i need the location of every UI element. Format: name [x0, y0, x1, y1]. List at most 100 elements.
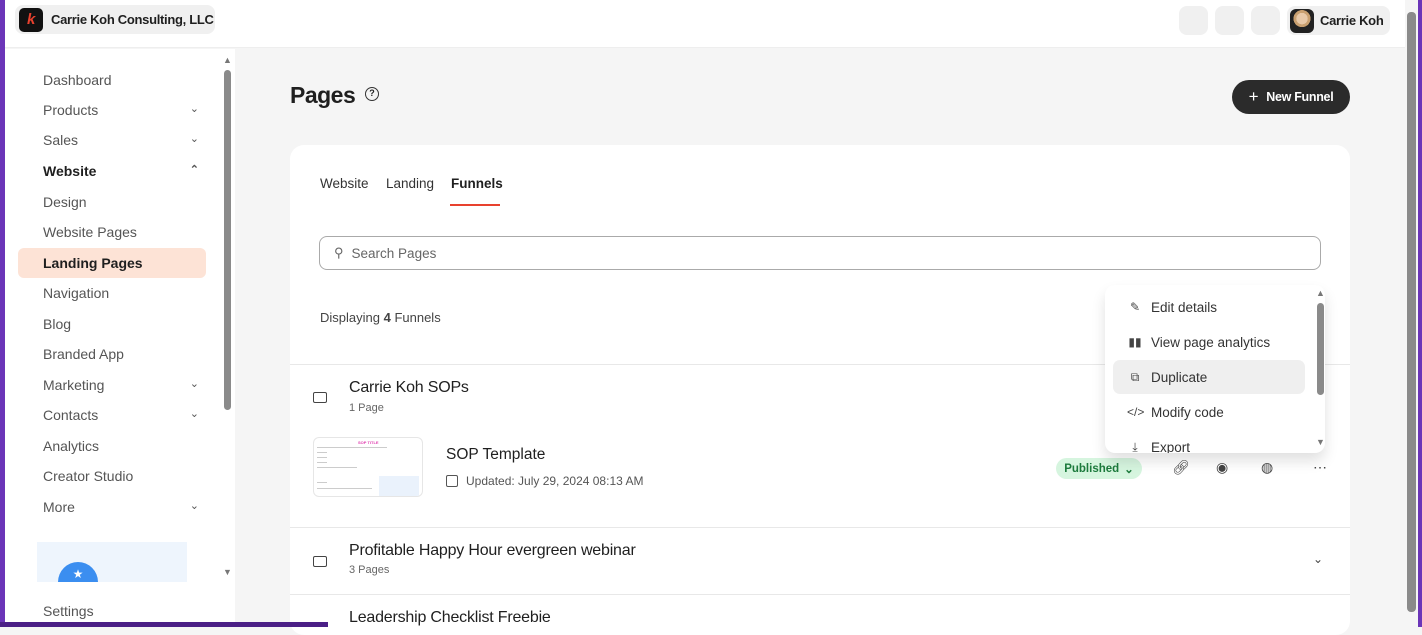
- scroll-up-arrow-icon[interactable]: ▲: [223, 55, 232, 65]
- sidebar-item-label: Website Pages: [43, 224, 137, 240]
- sidebar-item-label: Creator Studio: [43, 468, 134, 484]
- sidebar-item-blog[interactable]: Blog: [43, 316, 203, 332]
- sidebar-item-label: Analytics: [43, 438, 100, 454]
- menu-item-edit-details[interactable]: ✎ Edit details: [1113, 290, 1305, 324]
- topbar-button-1[interactable]: [1179, 6, 1208, 35]
- chevron-icon: ⌄: [189, 500, 199, 512]
- plus-icon: +: [1248, 87, 1259, 106]
- sidebar-item-landing-pages[interactable]: Landing Pages: [43, 255, 203, 271]
- user-name: Carrie Koh: [1320, 13, 1384, 28]
- sidebar-item-design[interactable]: Design: [43, 194, 203, 210]
- page-thumbnail[interactable]: SOP TITLE: [313, 437, 423, 497]
- calendar-icon: [446, 475, 458, 487]
- eye-icon[interactable]: ◉: [1216, 459, 1228, 476]
- menu-item-label: Edit details: [1151, 299, 1218, 315]
- folder-icon: [313, 556, 327, 567]
- sidebar-item-label: Design: [43, 194, 87, 210]
- sidebar-item-label: Products: [43, 102, 99, 118]
- new-funnel-button[interactable]: + New Funnel: [1232, 80, 1350, 114]
- sidebar-item-label: Blog: [43, 316, 72, 332]
- view-page-analytics-icon: ▮▮: [1128, 335, 1142, 349]
- menu-item-export[interactable]: ⤓ Export: [1113, 430, 1305, 454]
- window-scrollbar[interactable]: [1407, 12, 1416, 612]
- sidebar-item-label: Website: [43, 163, 97, 179]
- chevron-down-icon[interactable]: ⌄: [1313, 552, 1323, 566]
- tab-landing[interactable]: Landing: [386, 176, 434, 191]
- sidebar-item-branded-app[interactable]: Branded App: [43, 346, 203, 362]
- menu-item-duplicate[interactable]: ⧉ Duplicate: [1113, 360, 1305, 394]
- sidebar-item-label: Navigation: [43, 285, 110, 301]
- tab-funnels[interactable]: Funnels: [451, 176, 503, 191]
- search-input[interactable]: ⚲ Search Pages: [319, 236, 1321, 270]
- sidebar-item-contacts[interactable]: Contacts ⌄: [43, 407, 203, 423]
- sidebar-item-label: Landing Pages: [43, 255, 143, 271]
- search-icon: ⚲: [334, 245, 344, 260]
- sidebar-item-navigation[interactable]: Navigation: [43, 285, 203, 301]
- menu-item-label: View page analytics: [1151, 334, 1271, 350]
- page-title-link[interactable]: SOP Template: [446, 446, 545, 464]
- duplicate-icon: ⧉: [1130, 369, 1140, 384]
- active-tab-underline: [450, 204, 500, 206]
- link-icon[interactable]: 🔗︎: [1172, 459, 1190, 476]
- sidebar-item-marketing[interactable]: Marketing ⌄: [43, 377, 203, 393]
- sidebar-scrollbar[interactable]: [224, 70, 231, 410]
- menu-item-label: Duplicate: [1151, 369, 1208, 385]
- sidebar-item-more[interactable]: More ⌄: [43, 499, 203, 515]
- sidebar-item-creator-studio[interactable]: Creator Studio: [43, 468, 203, 484]
- funnel-title[interactable]: Leadership Checklist Freebie: [349, 609, 551, 627]
- menu-scrollbar[interactable]: [1317, 303, 1324, 395]
- palette-icon[interactable]: ◍: [1261, 459, 1273, 476]
- org-switcher[interactable]: k Carrie Koh Consulting, LLC: [15, 5, 215, 34]
- sidebar-item-website-pages[interactable]: Website Pages: [43, 224, 203, 240]
- sidebar-item-website[interactable]: Website ⌃: [43, 163, 203, 179]
- sidebar-item-label: Dashboard: [43, 72, 112, 88]
- tab-website[interactable]: Website: [320, 176, 369, 191]
- chevron-icon: ⌄: [189, 408, 199, 420]
- page-title: Pages: [290, 82, 356, 108]
- menu-item-modify-code[interactable]: </> Modify code: [1113, 395, 1305, 429]
- topbar-button-3[interactable]: [1251, 6, 1280, 35]
- modify-code-icon: </>: [1127, 405, 1145, 419]
- sidebar-item-label: Branded App: [43, 346, 124, 362]
- user-menu[interactable]: Carrie Koh: [1287, 6, 1390, 35]
- sidebar-item-label: More: [43, 499, 75, 515]
- export-icon: ⤓: [1132, 439, 1138, 454]
- window-border: [0, 622, 328, 627]
- page-updated: Updated: July 29, 2024 08:13 AM: [446, 474, 643, 488]
- menu-scroll-up-icon[interactable]: ▲: [1316, 288, 1325, 298]
- menu-scroll-down-icon[interactable]: ▼: [1316, 437, 1325, 447]
- chevron-icon: ⌄: [189, 378, 199, 390]
- funnel-title[interactable]: Profitable Happy Hour evergreen webinar: [349, 542, 636, 560]
- funnel-title[interactable]: Carrie Koh SOPs: [349, 379, 469, 397]
- scroll-down-arrow-icon[interactable]: ▼: [223, 567, 232, 577]
- org-name: Carrie Koh Consulting, LLC: [51, 12, 214, 27]
- menu-item-view-page-analytics[interactable]: ▮▮ View page analytics: [1113, 325, 1305, 359]
- brand-logo: k: [19, 7, 43, 32]
- funnel-count: Displaying 4 Funnels: [320, 310, 441, 325]
- sidebar-item-label: Sales: [43, 132, 79, 148]
- sidebar-item-dashboard[interactable]: Dashboard: [43, 72, 203, 88]
- status-label: Published: [1064, 462, 1120, 475]
- more-icon[interactable]: ⋯: [1313, 459, 1327, 476]
- menu-item-label: Modify code: [1151, 404, 1224, 420]
- status-dropdown[interactable]: Published ⌄: [1056, 458, 1142, 479]
- chevron-down-icon: ⌄: [1124, 463, 1134, 476]
- sidebar-item-sales[interactable]: Sales ⌄: [43, 132, 203, 148]
- sidebar-item-label: Marketing: [43, 377, 105, 393]
- topbar-button-2[interactable]: [1215, 6, 1244, 35]
- avatar: [1290, 8, 1314, 33]
- help-icon[interactable]: ?: [365, 87, 379, 101]
- folder-icon: [313, 392, 327, 403]
- funnel-page-count: 1 Page: [349, 402, 384, 414]
- chevron-icon: ⌄: [189, 103, 199, 115]
- new-funnel-label: New Funnel: [1266, 90, 1334, 104]
- divider: [290, 594, 1350, 595]
- divider: [290, 527, 1350, 528]
- sidebar-item-label: Contacts: [43, 407, 99, 423]
- window-border: [0, 0, 5, 627]
- sidebar-item-products[interactable]: Products ⌄: [43, 102, 203, 118]
- edit-details-icon: ✎: [1129, 300, 1141, 314]
- sidebar-item-settings[interactable]: Settings: [43, 603, 203, 619]
- chevron-icon: ⌃: [189, 164, 199, 176]
- sidebar-item-analytics[interactable]: Analytics: [43, 438, 203, 454]
